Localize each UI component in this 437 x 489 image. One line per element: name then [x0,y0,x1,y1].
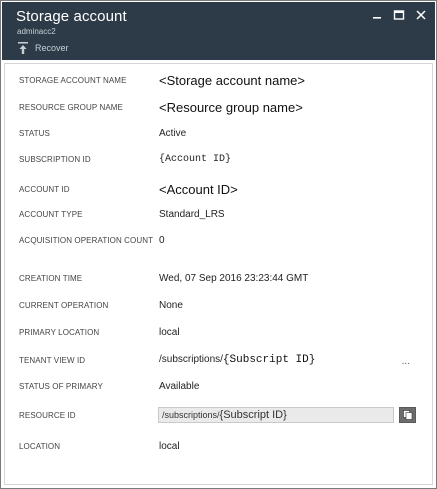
blade-subtitle: adminacc2 [17,27,56,36]
property-label: STATUS OF PRIMARY [19,382,103,391]
property-row-resource-group-name: RESOURCE GROUP NAME <Resource group name… [19,100,418,115]
tenant-view-id-subscript: {Subscript ID} [222,354,316,366]
property-row-tenant-view-id: TENANT VIEW ID /subscriptions/{Subscript… [19,354,418,367]
property-label: ACCOUNT ID [19,185,70,194]
property-value: 0 [159,235,165,246]
property-row-current-operation: CURRENT OPERATION None [19,300,418,311]
property-value: <Storage account name> [159,73,305,88]
property-value: Wed, 07 Sep 2016 23:23:44 GMT [159,273,309,284]
resource-id-subscript: {Subscript ID} [219,409,287,421]
property-label: ACQUISITION OPERATION COUNT [19,236,154,245]
property-value: <Resource group name> [159,100,303,115]
property-label: CURRENT OPERATION [19,301,109,310]
property-label: PRIMARY LOCATION [19,328,100,337]
property-row-storage-account-name: STORAGE ACCOUNT NAME <Storage account na… [19,73,418,88]
property-row-creation-time: CREATION TIME Wed, 07 Sep 2016 23:23:44 … [19,273,418,284]
property-label: ACCOUNT TYPE [19,210,83,219]
storage-account-window: Storage account adminacc2 Recover STORAG [0,0,437,489]
property-value: None [159,300,183,311]
property-value: <Account ID> [159,182,238,197]
property-row-resource-id: RESOURCE ID /subscriptions/{Subscript ID… [19,407,418,423]
property-value: Standard_LRS [159,209,225,220]
property-value: Active [159,128,187,139]
resource-id-prefix: /subscriptions/ [162,410,220,420]
minimize-icon[interactable] [371,9,383,21]
property-row-account-type: ACCOUNT TYPE Standard_LRS [19,209,418,220]
recover-button[interactable]: Recover [16,40,69,56]
property-value: {Account ID} [159,154,232,165]
recover-icon [18,42,28,54]
property-row-primary-location: PRIMARY LOCATION local [19,327,418,338]
property-label: TENANT VIEW ID [19,355,86,365]
overflow-ellipsis: ... [401,356,410,367]
property-value: local [159,441,180,452]
property-label: RESOURCE GROUP NAME [19,103,123,112]
blade-title: Storage account [16,8,127,25]
property-row-subscription-id: SUBSCRIPTION ID {Account ID} [19,154,418,165]
property-value: local [159,327,180,338]
property-row-account-id: ACCOUNT ID <Account ID> [19,182,418,197]
maximize-icon[interactable] [393,9,405,21]
blade-header: Storage account adminacc2 Recover [2,2,435,60]
property-value: /subscriptions/{Subscript ID} [159,354,315,366]
property-label: LOCATION [19,442,61,451]
property-row-acquisition-operation-count: ACQUISITION OPERATION COUNT 0 [19,235,418,246]
property-label: STORAGE ACCOUNT NAME [19,76,127,85]
property-row-status-of-primary: STATUS OF PRIMARY Available [19,381,418,392]
property-row-location: LOCATION local [19,441,418,452]
close-icon[interactable] [415,9,427,21]
window-controls [371,9,427,21]
property-label: SUBSCRIPTION ID [19,155,91,164]
resource-id-field[interactable]: /subscriptions/{Subscript ID} [158,407,394,423]
tenant-view-id-prefix: /subscriptions/ [159,354,223,365]
property-label: STATUS [19,129,50,138]
property-label: CREATION TIME [19,274,83,283]
property-label: RESOURCE ID [19,410,76,420]
property-row-status: STATUS Active [19,128,418,139]
property-value: Available [159,381,200,392]
copy-icon [402,410,412,420]
recover-label: Recover [35,43,69,53]
copy-button[interactable] [399,407,416,423]
